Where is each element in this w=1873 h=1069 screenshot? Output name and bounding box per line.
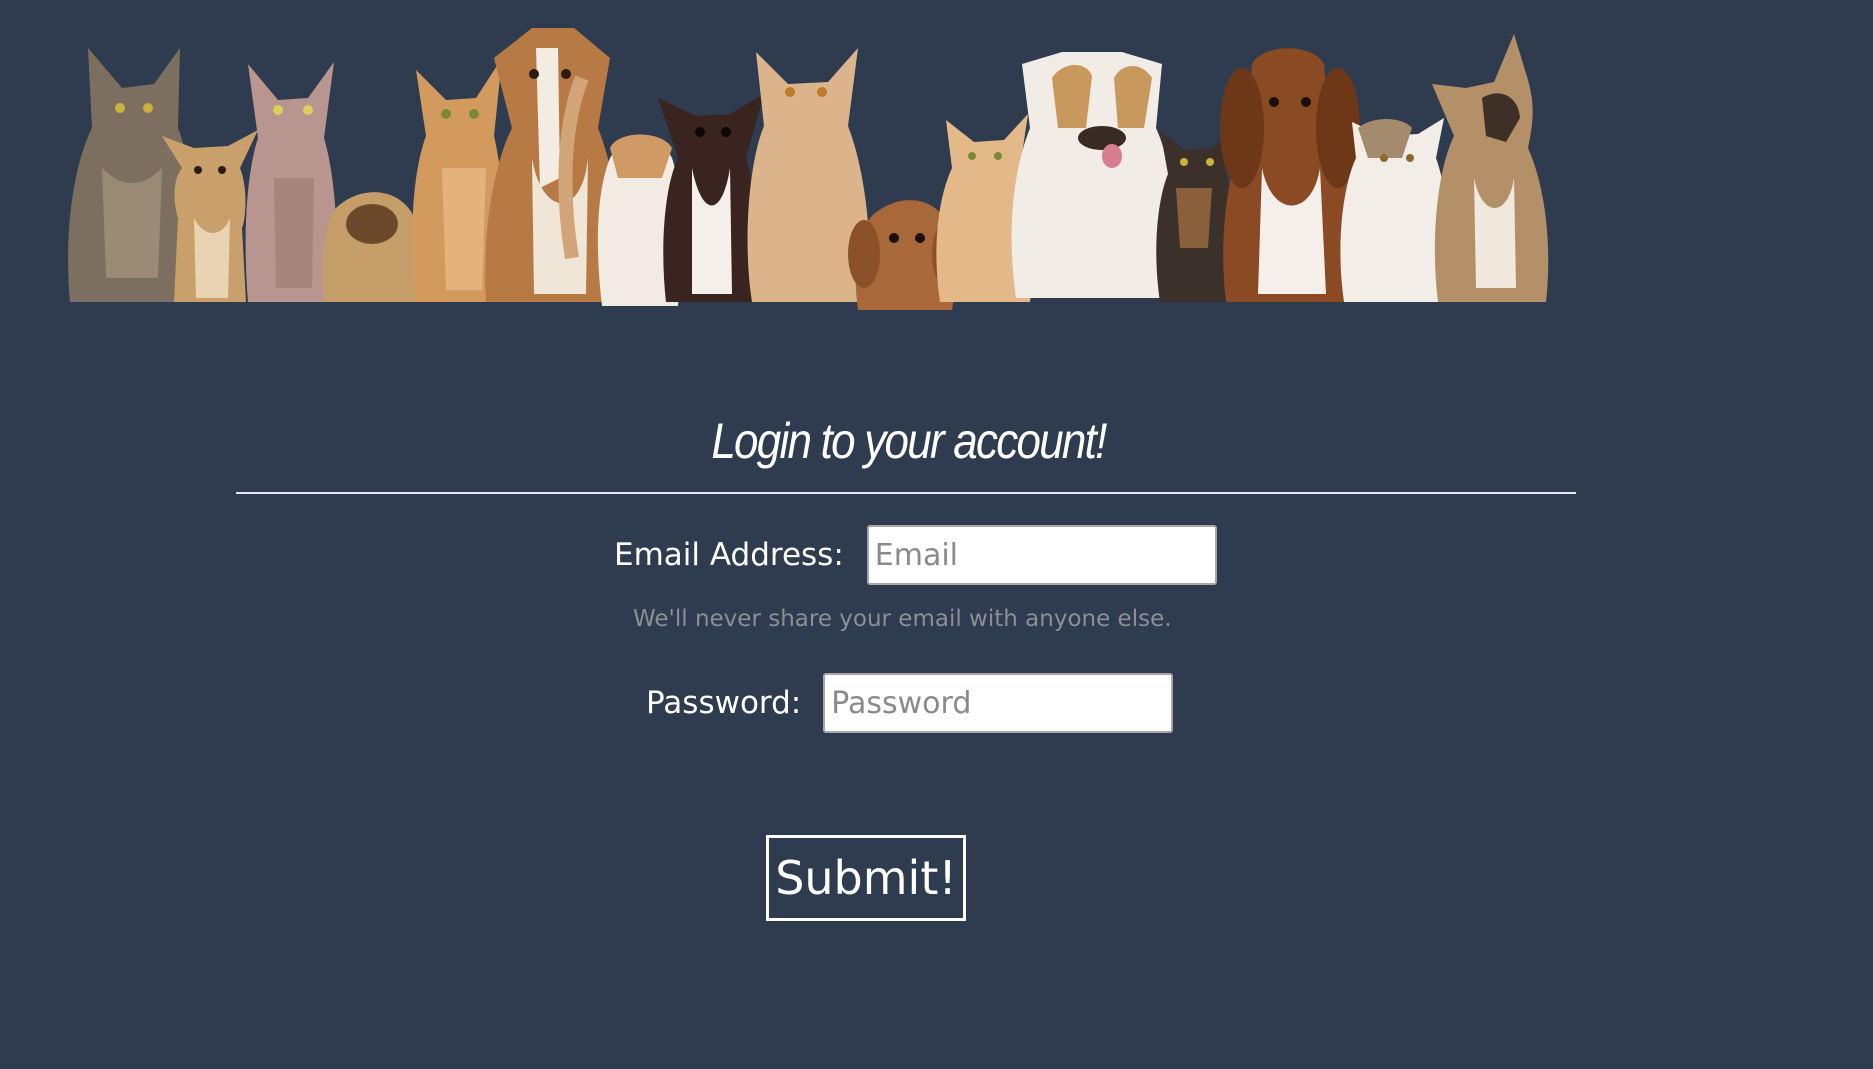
pug-puppy-icon [322, 192, 422, 302]
email-label: Email Address: [614, 537, 844, 573]
password-field[interactable] [823, 673, 1174, 733]
title-divider [236, 492, 1576, 494]
english-bulldog-icon [1011, 52, 1178, 298]
persian-kitten-icon [1340, 118, 1451, 302]
basset-hound-icon [1220, 48, 1360, 302]
email-field[interactable] [866, 525, 1217, 585]
submit-button[interactable]: Submit! [766, 835, 966, 921]
email-help-text: We'll never share your email with anyone… [633, 606, 1172, 632]
password-label: Password: [646, 685, 802, 721]
maine-coon-cat-icon [68, 48, 194, 302]
french-bulldog-icon [1432, 34, 1549, 302]
pets-banner-image [62, 18, 1762, 318]
password-row: Password: [646, 673, 1174, 733]
email-row: Email Address: [614, 525, 1217, 585]
chihuahua-dog-icon [658, 94, 764, 302]
login-title: Login to your account! [711, 413, 1107, 469]
